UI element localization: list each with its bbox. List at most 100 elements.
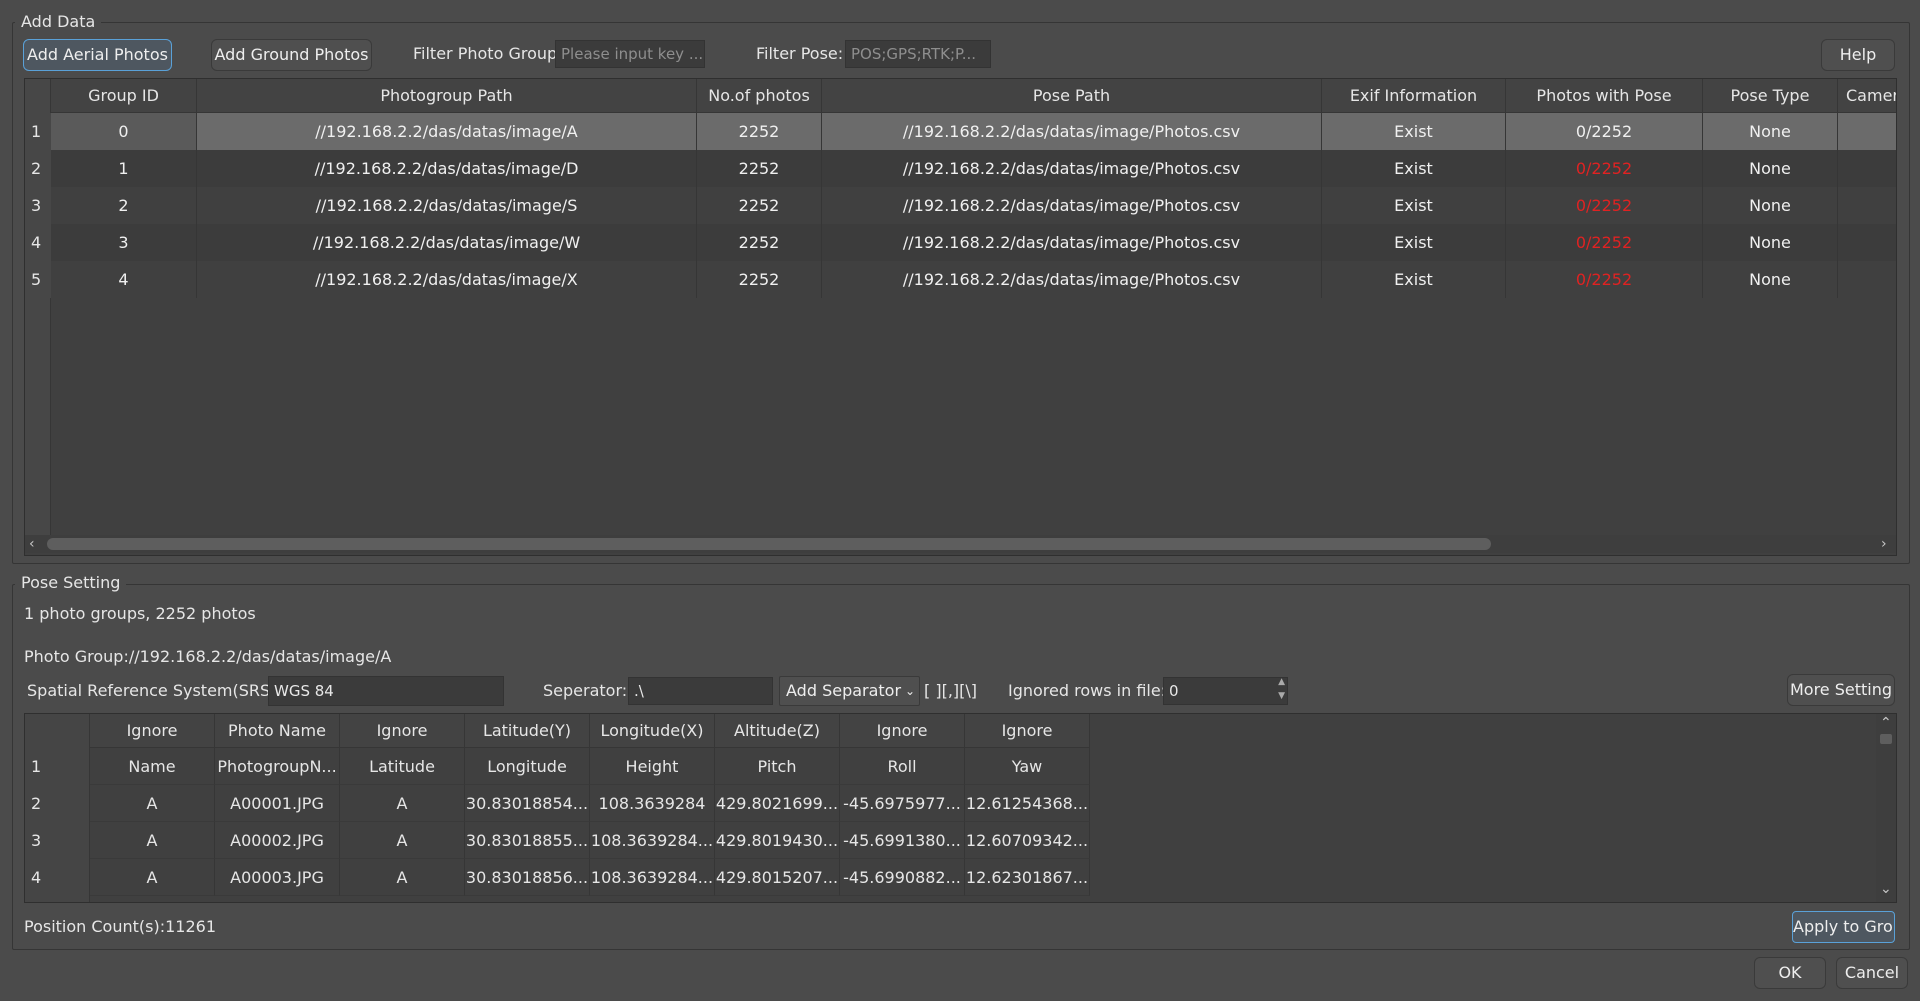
cell-camera[interactable]: A — [1838, 113, 1896, 150]
cell-photos-with-pose[interactable]: 0/2252 — [1506, 224, 1703, 261]
pose-cell[interactable]: -45.6990882... — [840, 859, 965, 896]
cell-camera[interactable]: X — [1838, 261, 1896, 298]
cell-photos-with-pose[interactable]: 0/2252 — [1506, 187, 1703, 224]
pose-cell[interactable]: 30.83018855... — [465, 822, 590, 859]
pose-cell[interactable]: 12.60709342... — [965, 822, 1090, 859]
cell-pose-path[interactable]: //192.168.2.2/das/datas/image/Photos.csv — [822, 224, 1322, 261]
col-latitude[interactable]: Latitude(Y) — [465, 714, 590, 748]
cell-group-id[interactable]: 4 — [51, 261, 197, 298]
pose-cell[interactable]: Latitude — [340, 748, 465, 785]
cell-camera[interactable]: S — [1838, 187, 1896, 224]
pose-cell[interactable]: A00003.JPG — [215, 859, 340, 896]
cell-pose-type[interactable]: None — [1703, 187, 1838, 224]
add-aerial-photos-button[interactable]: Add Aerial Photos — [23, 39, 172, 71]
cell-group-id[interactable]: 2 — [51, 187, 197, 224]
pose-cell[interactable]: 12.61254368... — [965, 785, 1090, 822]
cell-no-of-photos[interactable]: 2252 — [697, 150, 822, 187]
col-ignore-3[interactable]: Ignore — [840, 714, 965, 748]
pose-cell[interactable]: Yaw — [965, 748, 1090, 785]
scrollbar-thumb[interactable] — [47, 538, 1491, 550]
pose-cell[interactable]: Roll — [840, 748, 965, 785]
table-row[interactable]: 1 0 //192.168.2.2/das/datas/image/A 2252… — [25, 113, 1896, 150]
cell-photogroup-path[interactable]: //192.168.2.2/das/datas/image/D — [197, 150, 697, 187]
cell-group-id[interactable]: 0 — [51, 113, 197, 150]
cell-camera[interactable]: W — [1838, 224, 1896, 261]
table-row[interactable]: 2 A A00001.JPG A 30.83018854... 108.3639… — [25, 785, 1090, 822]
pose-cell[interactable]: 30.83018856... — [465, 859, 590, 896]
scroll-up-icon[interactable]: ⌃ — [1880, 714, 1892, 732]
cell-group-id[interactable]: 3 — [51, 224, 197, 261]
pose-cell[interactable]: 108.3639284... — [590, 822, 715, 859]
pose-cell[interactable]: PhotogroupN... — [215, 748, 340, 785]
cell-no-of-photos[interactable]: 2252 — [697, 187, 822, 224]
table-row[interactable]: 2 1 //192.168.2.2/das/datas/image/D 2252… — [25, 150, 1896, 187]
table-row[interactable]: 3 2 //192.168.2.2/das/datas/image/S 2252… — [25, 187, 1896, 224]
cancel-button[interactable]: Cancel — [1836, 957, 1908, 989]
cell-pose-path[interactable]: //192.168.2.2/das/datas/image/Photos.csv — [822, 150, 1322, 187]
ok-button[interactable]: OK — [1754, 957, 1826, 989]
pose-cell[interactable]: -45.6975977... — [840, 785, 965, 822]
cell-photogroup-path[interactable]: //192.168.2.2/das/datas/image/A — [197, 113, 697, 150]
add-ground-photos-button[interactable]: Add Ground Photos — [211, 39, 372, 71]
spin-down-icon[interactable]: ▼ — [1278, 683, 1285, 704]
cell-no-of-photos[interactable]: 2252 — [697, 113, 822, 150]
cell-no-of-photos[interactable]: 2252 — [697, 224, 822, 261]
separator-input[interactable]: .\ — [628, 677, 773, 705]
cell-photogroup-path[interactable]: //192.168.2.2/das/datas/image/S — [197, 187, 697, 224]
pose-cell[interactable]: A — [340, 822, 465, 859]
col-ignore-2[interactable]: Ignore — [340, 714, 465, 748]
col-altitude[interactable]: Altitude(Z) — [715, 714, 840, 748]
cell-photogroup-path[interactable]: //192.168.2.2/das/datas/image/X — [197, 261, 697, 298]
cell-pose-path[interactable]: //192.168.2.2/das/datas/image/Photos.csv — [822, 187, 1322, 224]
scroll-right-icon[interactable]: › — [1881, 535, 1887, 553]
cell-pose-path[interactable]: //192.168.2.2/das/datas/image/Photos.csv — [822, 261, 1322, 298]
col-photogroup-path[interactable]: Photogroup Path — [197, 79, 697, 113]
more-setting-button[interactable]: More Setting — [1787, 674, 1895, 706]
pose-cell[interactable]: A00002.JPG — [215, 822, 340, 859]
pose-cell[interactable]: Pitch — [715, 748, 840, 785]
col-photos-with-pose[interactable]: Photos with Pose — [1506, 79, 1703, 113]
cell-pose-type[interactable]: None — [1703, 150, 1838, 187]
filter-pose-input[interactable]: POS;GPS;RTK;P... — [845, 40, 991, 68]
scroll-down-icon[interactable]: ⌄ — [1880, 880, 1892, 898]
pose-cell[interactable]: A — [90, 859, 215, 896]
col-pose-path[interactable]: Pose Path — [822, 79, 1322, 113]
pose-cell[interactable]: A — [90, 822, 215, 859]
pose-cell[interactable]: Name — [90, 748, 215, 785]
cell-exif[interactable]: Exist — [1322, 224, 1506, 261]
pose-cell[interactable]: A00001.JPG — [215, 785, 340, 822]
pose-cell[interactable]: 108.3639284... — [590, 859, 715, 896]
apply-to-group-button[interactable]: Apply to Group — [1792, 911, 1895, 943]
cell-exif[interactable]: Exist — [1322, 113, 1506, 150]
pose-cell[interactable]: 108.3639284 — [590, 785, 715, 822]
col-longitude[interactable]: Longitude(X) — [590, 714, 715, 748]
cell-group-id[interactable]: 1 — [51, 150, 197, 187]
horizontal-scrollbar[interactable]: ‹ › — [25, 535, 1896, 553]
col-ignore-1[interactable]: Ignore — [90, 714, 215, 748]
pose-cell[interactable]: 429.8019430... — [715, 822, 840, 859]
col-exif-information[interactable]: Exif Information — [1322, 79, 1506, 113]
pose-cell[interactable]: Height — [590, 748, 715, 785]
cell-pose-type[interactable]: None — [1703, 113, 1838, 150]
col-ignore-4[interactable]: Ignore — [965, 714, 1090, 748]
scroll-left-icon[interactable]: ‹ — [29, 535, 35, 553]
help-button[interactable]: Help — [1821, 39, 1895, 71]
cell-pose-type[interactable]: None — [1703, 261, 1838, 298]
cell-exif[interactable]: Exist — [1322, 150, 1506, 187]
srs-input[interactable]: WGS 84 — [268, 676, 504, 706]
table-row[interactable]: 4 A A00003.JPG A 30.83018856... 108.3639… — [25, 859, 1090, 896]
table-row[interactable]: 4 3 //192.168.2.2/das/datas/image/W 2252… — [25, 224, 1896, 261]
col-pose-type[interactable]: Pose Type — [1703, 79, 1838, 113]
cell-photos-with-pose[interactable]: 0/2252 — [1506, 261, 1703, 298]
col-group-id[interactable]: Group ID — [51, 79, 197, 113]
cell-photogroup-path[interactable]: //192.168.2.2/das/datas/image/W — [197, 224, 697, 261]
table-row[interactable]: 5 4 //192.168.2.2/das/datas/image/X 2252… — [25, 261, 1896, 298]
pose-cell[interactable]: 429.8021699... — [715, 785, 840, 822]
table-row[interactable]: 3 A A00002.JPG A 30.83018855... 108.3639… — [25, 822, 1090, 859]
cell-no-of-photos[interactable]: 2252 — [697, 261, 822, 298]
cell-camera[interactable]: D — [1838, 150, 1896, 187]
add-separator-dropdown[interactable]: Add Separator ⌄ — [779, 676, 920, 706]
col-photo-name[interactable]: Photo Name — [215, 714, 340, 748]
col-no-of-photos[interactable]: No.of photos — [697, 79, 822, 113]
cell-photos-with-pose[interactable]: 0/2252 — [1506, 113, 1703, 150]
